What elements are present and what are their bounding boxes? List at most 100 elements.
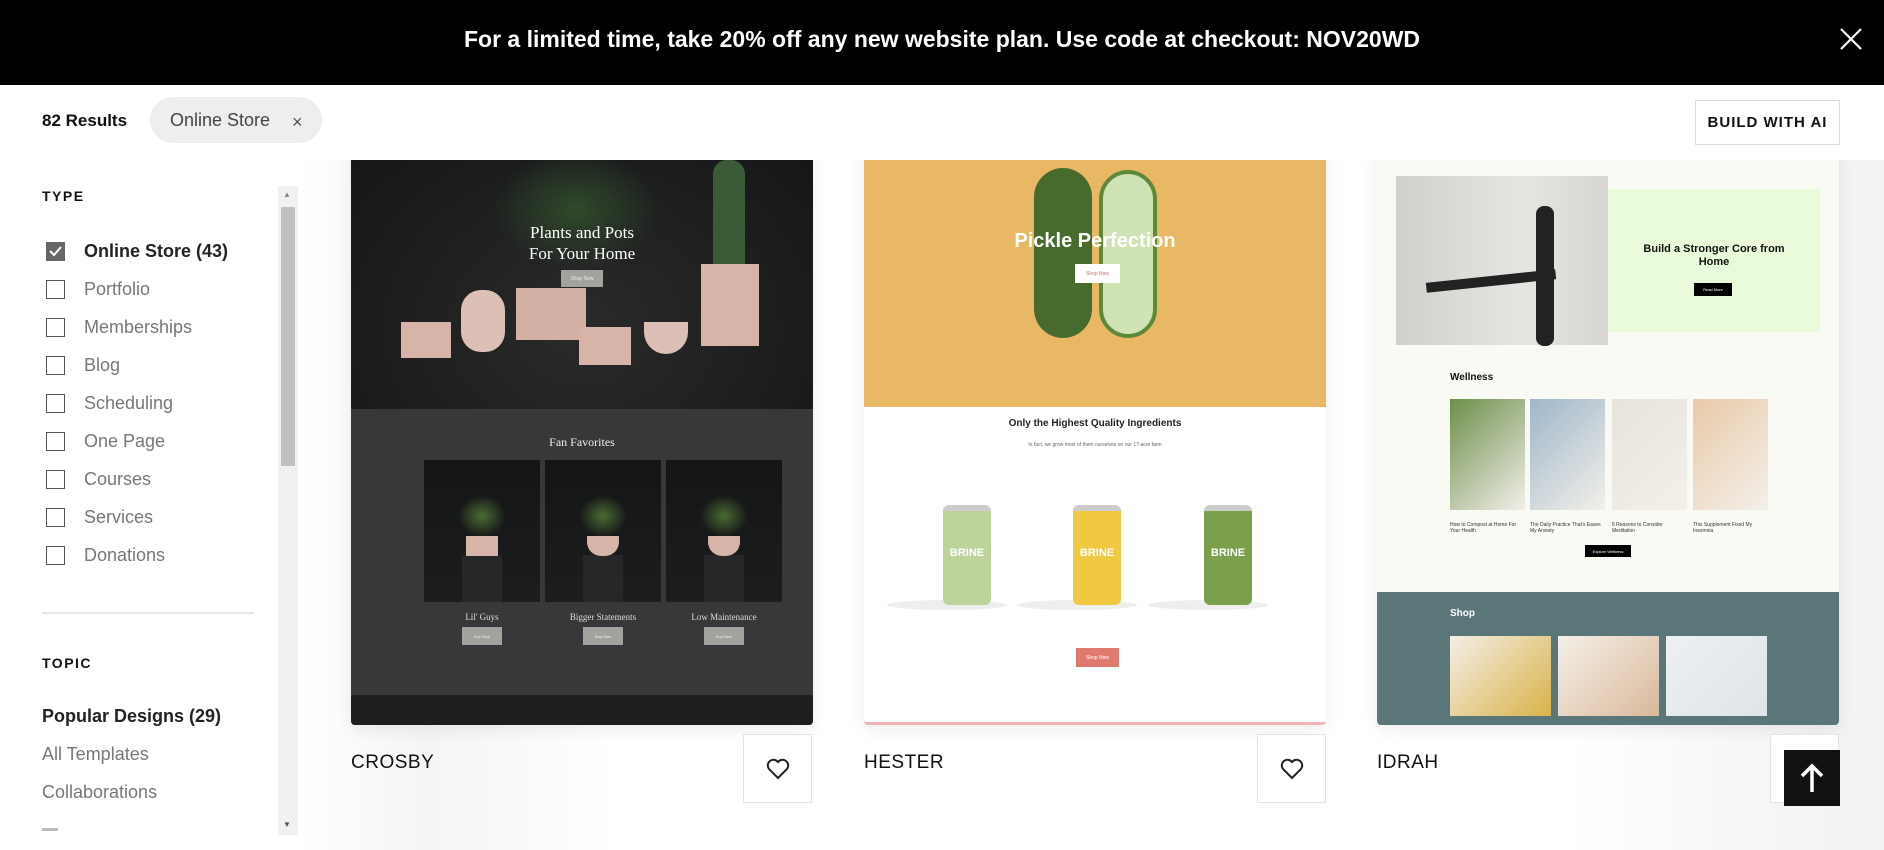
- buy-now-button: Buy Now: [583, 627, 623, 645]
- type-filter-label[interactable]: Courses: [84, 469, 151, 490]
- hester-shop-now-2: Shop Now: [1076, 648, 1119, 667]
- shop-heading: Shop: [1450, 608, 1475, 619]
- topic-heading: TOPIC: [42, 655, 93, 671]
- pot-image: [644, 322, 688, 354]
- scroll-to-top-button[interactable]: [1784, 750, 1840, 806]
- template-card-idrah[interactable]: Build a Stronger Core from Home Read Mor…: [1377, 160, 1839, 725]
- template-name-crosby[interactable]: CROSBY: [351, 752, 434, 774]
- pickle-half-image: [1099, 170, 1157, 338]
- hester-shop-now: Shop Now: [1075, 264, 1120, 283]
- pot-image: [516, 288, 586, 340]
- shop-product-image: [1666, 636, 1767, 716]
- checkbox-type[interactable]: [46, 318, 65, 337]
- scroll-up-arrow-icon[interactable]: ▲: [283, 190, 291, 199]
- promo-message: For a limited time, take 20% off any new…: [463, 26, 1421, 52]
- template-grid: Plants and Pots For Your Home Shop Now Fa…: [300, 160, 1884, 850]
- article-image: [1450, 399, 1525, 510]
- brine-jar: BRINE: [943, 505, 991, 605]
- template-card-crosby[interactable]: Plants and Pots For Your Home Shop Now Fa…: [351, 160, 813, 725]
- filter-sidebar: TYPE Online Store (43) Portfolio Membershi…: [0, 160, 300, 850]
- type-filter-label[interactable]: Blog: [84, 355, 120, 376]
- product-image: [666, 460, 782, 602]
- type-filter-label[interactable]: Scheduling: [84, 393, 173, 414]
- template-card-hester[interactable]: Pickle Perfection Shop Now Only the High…: [864, 160, 1326, 725]
- arrow-up-icon: [1800, 763, 1824, 792]
- build-with-ai-button[interactable]: BUILD WITH AI: [1695, 100, 1840, 145]
- article-image: [1612, 399, 1687, 510]
- type-heading: TYPE: [42, 188, 85, 204]
- idrah-hero-box: Build a Stronger Core from Home Read Mor…: [1608, 189, 1820, 332]
- crosby-hero-title: Plants and Pots For Your Home: [528, 223, 636, 263]
- article-title: This Supplement Fixed My Insomnia: [1693, 522, 1753, 534]
- pot-image: [701, 264, 759, 346]
- template-name-hester[interactable]: HESTER: [864, 752, 944, 774]
- heart-icon: [766, 758, 790, 780]
- crosby-shop-now: Shop Now: [561, 270, 603, 287]
- scrollbar-thumb[interactable]: [281, 207, 295, 466]
- remove-filter-icon[interactable]: ×: [292, 112, 303, 133]
- topic-collaborations[interactable]: Collaborations: [42, 782, 157, 803]
- checkbox-type[interactable]: [46, 546, 65, 565]
- results-header: 82 Results Online Store × BUILD WITH AI: [0, 85, 1884, 160]
- filter-chip-label: Online Store: [170, 110, 271, 130]
- product-image: [424, 460, 540, 602]
- buy-now-button: Buy Now: [704, 627, 744, 645]
- divider: [42, 612, 254, 614]
- fan-favorites-heading: Fan Favorites: [549, 435, 615, 449]
- product-title: Low Maintenance: [691, 612, 757, 622]
- checkbox-type[interactable]: [46, 242, 65, 261]
- idrah-shop-section: Shop: [1377, 592, 1839, 725]
- hester-subheading: In fact, we grow most of them ourselves …: [1028, 442, 1162, 448]
- template-name-idrah[interactable]: IDRAH: [1377, 752, 1439, 774]
- pickle-image: [1034, 168, 1092, 338]
- buy-now-button: Buy Now: [462, 627, 502, 645]
- product-image: [545, 460, 661, 602]
- topic-all-templates[interactable]: All Templates: [42, 744, 149, 765]
- hester-heading: Only the Highest Quality Ingredients: [1008, 418, 1182, 429]
- article-image: [1530, 399, 1605, 510]
- product-title: Lil' Guys: [465, 612, 499, 622]
- pot-image: [401, 322, 451, 358]
- sidebar-scrollbar[interactable]: ▲ ▼: [278, 186, 298, 835]
- check-icon: [49, 246, 62, 257]
- checkbox-type[interactable]: [46, 508, 65, 527]
- topic-popular-designs[interactable]: Popular Designs (29): [42, 706, 221, 727]
- type-filter-label[interactable]: Services: [84, 507, 153, 528]
- product-title: Bigger Statements: [569, 612, 637, 622]
- type-filter-label[interactable]: Online Store (43): [84, 241, 228, 262]
- type-filter-label[interactable]: Donations: [84, 545, 165, 566]
- shop-product-image: [1558, 636, 1659, 716]
- favorite-hester-button[interactable]: [1257, 734, 1326, 803]
- pot-image: [579, 327, 631, 365]
- truncated-item: [42, 828, 58, 831]
- hester-hero-title: Pickle Perfection: [1014, 230, 1176, 252]
- crosby-hero: Plants and Pots For Your Home Shop Now: [351, 160, 813, 409]
- pot-image: [461, 290, 505, 352]
- heart-icon: [1280, 758, 1304, 780]
- checkbox-type[interactable]: [46, 394, 65, 413]
- type-filter-label[interactable]: Memberships: [84, 317, 192, 338]
- checkbox-type[interactable]: [46, 356, 65, 375]
- scroll-down-arrow-icon[interactable]: ▼: [283, 820, 291, 829]
- checkbox-type[interactable]: [46, 470, 65, 489]
- crosby-footer: [351, 695, 813, 725]
- fitness-photo: [1396, 176, 1608, 346]
- explore-wellness-button: Explore Wellness: [1585, 545, 1631, 557]
- wellness-heading: Wellness: [1450, 372, 1494, 383]
- type-filter-label[interactable]: Portfolio: [84, 279, 150, 300]
- brine-jar: BRINE: [1073, 505, 1121, 605]
- filter-chip-online-store[interactable]: Online Store ×: [150, 97, 322, 143]
- promo-banner: For a limited time, take 20% off any new…: [0, 0, 1884, 85]
- article-image: [1693, 399, 1768, 510]
- favorite-crosby-button[interactable]: [743, 734, 812, 803]
- brine-jar: BRINE: [1204, 505, 1252, 605]
- idrah-hero-title: Build a Stronger Core from Home: [1643, 243, 1785, 268]
- checkbox-type[interactable]: [46, 280, 65, 299]
- hester-hero: Pickle Perfection Shop Now: [864, 160, 1326, 407]
- type-filter-label[interactable]: One Page: [84, 431, 165, 452]
- crosby-favorites: Fan Favorites Lil' Guys Buy Now Bigger Sta…: [351, 409, 813, 695]
- close-icon[interactable]: [1836, 24, 1866, 54]
- idrah-read-more: Read More: [1694, 283, 1732, 296]
- article-title: How to Compost at Home For Your Health: [1450, 522, 1517, 534]
- checkbox-type[interactable]: [46, 432, 65, 451]
